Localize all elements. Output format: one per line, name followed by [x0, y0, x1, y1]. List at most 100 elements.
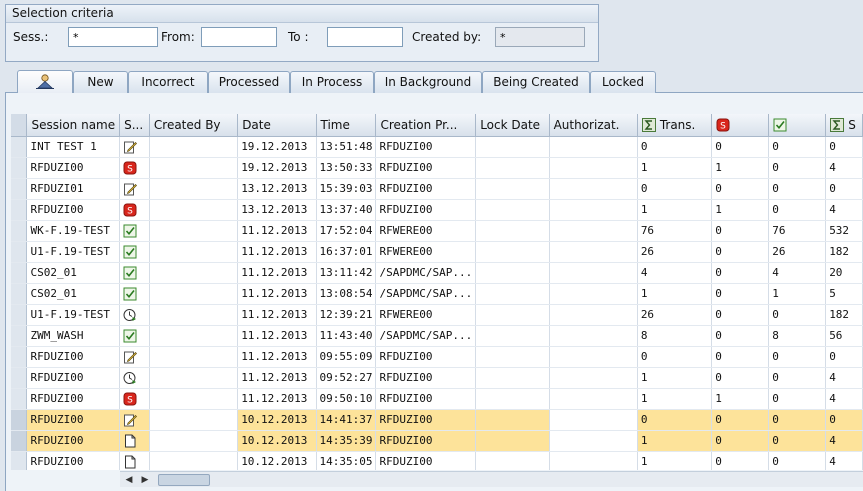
cell-authorization[interactable] [549, 241, 638, 263]
cell-lock-date[interactable] [475, 409, 550, 431]
cell-creation-program[interactable]: RFDUZI00 [375, 430, 477, 452]
row-selector[interactable] [11, 409, 28, 431]
cell-date[interactable]: 10.12.2013 [237, 430, 317, 452]
cell-errors[interactable]: 0 [711, 241, 770, 263]
cell-transactions[interactable]: 1 [637, 157, 713, 179]
cell-errors[interactable]: 0 [711, 283, 770, 305]
cell-time[interactable]: 13:08:54 [316, 283, 377, 305]
row-selector[interactable] [11, 220, 28, 242]
cell-processed[interactable]: 0 [768, 178, 827, 200]
cell-transactions[interactable]: 0 [637, 136, 713, 158]
cell-total[interactable]: 4 [825, 388, 863, 410]
cell-created-by[interactable] [149, 451, 239, 470]
cell-lock-date[interactable] [475, 388, 550, 410]
cell-session-name[interactable]: ZWM_WASH [26, 325, 121, 347]
scroll-left-icon[interactable]: ◀ [122, 473, 136, 487]
cell-processed[interactable]: 0 [768, 409, 827, 431]
cell-creation-program[interactable]: RFDUZI00 [375, 367, 477, 389]
tab-in-process[interactable]: In Process [290, 71, 374, 93]
row-selector[interactable] [11, 241, 28, 263]
cell-authorization[interactable] [549, 409, 638, 431]
cell-date[interactable]: 11.12.2013 [237, 304, 317, 326]
cell-total[interactable]: 182 [825, 241, 863, 263]
cell-transactions[interactable]: 0 [637, 346, 713, 368]
cell-processed[interactable]: 0 [768, 199, 827, 221]
session-input[interactable] [68, 27, 158, 47]
cell-creation-program[interactable]: RFDUZI00 [375, 157, 477, 179]
cell-time[interactable]: 09:55:09 [316, 346, 377, 368]
cell-processed[interactable]: 4 [768, 262, 827, 284]
cell-time[interactable]: 11:43:40 [316, 325, 377, 347]
cell-lock-date[interactable] [475, 178, 550, 200]
cell-lock-date[interactable] [475, 262, 550, 284]
cell-date[interactable]: 11.12.2013 [237, 325, 317, 347]
cell-created-by[interactable] [149, 304, 239, 326]
col-processed[interactable] [768, 114, 827, 137]
cell-processed[interactable]: 0 [768, 388, 827, 410]
tab-being-created[interactable]: Being Created [482, 71, 590, 93]
cell-creation-program[interactable]: RFWERE00 [375, 241, 477, 263]
col-transactions[interactable]: Trans. [637, 114, 713, 137]
scrollbar-thumb[interactable] [158, 474, 210, 486]
cell-authorization[interactable] [549, 346, 638, 368]
row-selector[interactable] [11, 325, 28, 347]
cell-processed[interactable]: 0 [768, 430, 827, 452]
cell-processed[interactable]: 26 [768, 241, 827, 263]
cell-date[interactable]: 11.12.2013 [237, 220, 317, 242]
from-date-input[interactable] [201, 27, 277, 47]
row-selector[interactable] [11, 283, 28, 305]
cell-transactions[interactable]: 1 [637, 388, 713, 410]
table-row[interactable]: RFDUZI00 S 13.12.2013 13:37:40 RFDUZI00 1 1 0 4 [11, 199, 863, 221]
cell-time[interactable]: 14:41:37 [316, 409, 377, 431]
cell-created-by[interactable] [149, 430, 239, 452]
cell-lock-date[interactable] [475, 430, 550, 452]
cell-total[interactable]: 4 [825, 157, 863, 179]
cell-created-by[interactable] [149, 178, 239, 200]
cell-date[interactable]: 13.12.2013 [237, 178, 317, 200]
cell-time[interactable]: 17:52:04 [316, 220, 377, 242]
cell-errors[interactable]: 0 [711, 262, 770, 284]
table-row[interactable]: U1-F.19-TEST 11.12.2013 16:37:01 RFWERE00 26… [11, 241, 863, 263]
cell-lock-date[interactable] [475, 325, 550, 347]
cell-authorization[interactable] [549, 136, 638, 158]
cell-processed[interactable]: 0 [768, 136, 827, 158]
cell-transactions[interactable]: 4 [637, 262, 713, 284]
cell-errors[interactable]: 0 [711, 367, 770, 389]
cell-creation-program[interactable]: RFDUZI00 [375, 199, 477, 221]
table-row[interactable]: RFDUZI00 S 11.12.2013 09:50:10 RFDUZI00 1 1 0 4 [11, 388, 863, 410]
table-row[interactable]: INT TEST 1 19.12.2013 13:51:48 RFDUZI00 0 0 0 0 [11, 136, 863, 158]
cell-time[interactable]: 09:52:27 [316, 367, 377, 389]
cell-lock-date[interactable] [475, 367, 550, 389]
cell-session-name[interactable]: RFDUZI00 [26, 199, 121, 221]
row-selector[interactable] [11, 136, 28, 158]
cell-total[interactable]: 0 [825, 178, 863, 200]
cell-authorization[interactable] [549, 199, 638, 221]
cell-date[interactable]: 11.12.2013 [237, 367, 317, 389]
cell-authorization[interactable] [549, 157, 638, 179]
cell-processed[interactable]: 0 [768, 157, 827, 179]
cell-created-by[interactable] [149, 157, 239, 179]
cell-total[interactable]: 4 [825, 430, 863, 452]
cell-session-name[interactable]: CS02_01 [26, 283, 121, 305]
cell-date[interactable]: 10.12.2013 [237, 409, 317, 431]
cell-transactions[interactable]: 26 [637, 241, 713, 263]
cell-transactions[interactable]: 8 [637, 325, 713, 347]
scroll-right-icon[interactable]: ▶ [138, 473, 152, 487]
cell-created-by[interactable] [149, 367, 239, 389]
cell-created-by[interactable] [149, 199, 239, 221]
cell-total[interactable]: 5 [825, 283, 863, 305]
cell-lock-date[interactable] [475, 241, 550, 263]
cell-errors[interactable]: 0 [711, 220, 770, 242]
cell-session-name[interactable]: CS02_01 [26, 262, 121, 284]
cell-session-name[interactable]: RFDUZI00 [26, 430, 121, 452]
created-by-input[interactable] [495, 27, 585, 47]
cell-authorization[interactable] [549, 367, 638, 389]
cell-creation-program[interactable]: RFWERE00 [375, 220, 477, 242]
tab-my-sessions[interactable] [17, 70, 73, 93]
cell-time[interactable]: 14:35:39 [316, 430, 377, 452]
table-row[interactable]: RFDUZI00 10.12.2013 14:35:05 RFDUZI00 1 0 0 4 [11, 451, 863, 470]
cell-date[interactable]: 10.12.2013 [237, 451, 317, 470]
cell-time[interactable]: 15:39:03 [316, 178, 377, 200]
to-date-input[interactable] [327, 27, 403, 47]
cell-session-name[interactable]: RFDUZI00 [26, 157, 121, 179]
